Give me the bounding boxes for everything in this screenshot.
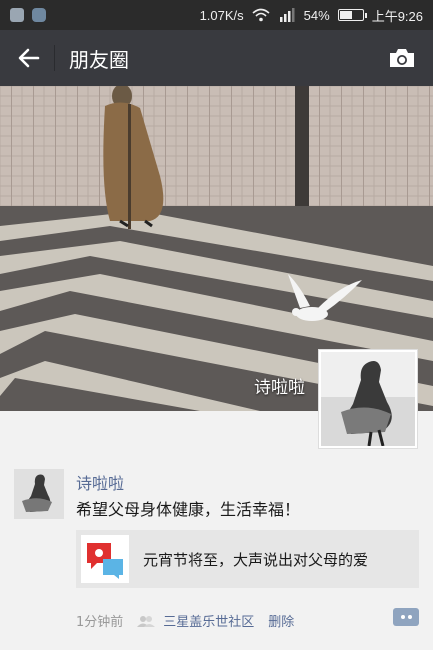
- post-location[interactable]: 三星盖乐世社区: [163, 611, 254, 630]
- cover-user-name: 诗啦啦: [254, 378, 305, 398]
- status-indicators: 1.07K/s 54% 上午9:26: [200, 6, 423, 25]
- battery-icon: [337, 9, 367, 21]
- app-bar: 朋友圈: [0, 30, 433, 86]
- post-author-avatar[interactable]: [14, 469, 64, 519]
- divider: [54, 45, 55, 71]
- avatar-image: [321, 352, 415, 447]
- dot-icon: [400, 615, 405, 619]
- network-speed: 1.07K/s: [199, 7, 244, 23]
- battery-percent: 54%: [303, 7, 330, 23]
- post-time: 1分钟前: [76, 615, 124, 630]
- back-button[interactable]: [14, 43, 44, 73]
- comment-button[interactable]: [393, 608, 419, 626]
- clock: 上午9:26: [371, 8, 423, 24]
- wifi-icon: [252, 8, 270, 22]
- battery-level: [339, 11, 352, 19]
- post-text: 希望父母身体健康，生活幸福！: [76, 500, 301, 519]
- chat-bubbles-icon: [81, 535, 129, 583]
- post-meta: 1分钟前 三星盖乐世社区 删除: [76, 611, 294, 630]
- share-thumbnail: [81, 535, 129, 583]
- status-bar: 1.07K/s 54% 上午9:26: [0, 0, 433, 30]
- profile-avatar[interactable]: [318, 349, 418, 449]
- share-title: 元宵节将至，大声说出对父母的爱: [143, 550, 369, 569]
- camera-button[interactable]: [385, 43, 419, 73]
- delete-button[interactable]: 删除: [268, 611, 294, 630]
- avatar-image: [14, 469, 64, 519]
- notification-icon: [10, 8, 24, 22]
- notification-icons: [10, 8, 46, 22]
- dot-icon: [407, 615, 412, 619]
- page-title: 朋友圈: [69, 47, 129, 72]
- signal-icon: [279, 8, 295, 22]
- camera-icon: [390, 49, 414, 67]
- arrow-left-icon: [18, 48, 40, 68]
- people-icon: [137, 615, 156, 627]
- post-author-name[interactable]: 诗啦啦: [76, 470, 124, 494]
- app-notification-icon: [32, 8, 46, 22]
- shared-link-card[interactable]: 元宵节将至，大声说出对父母的爱: [76, 530, 419, 588]
